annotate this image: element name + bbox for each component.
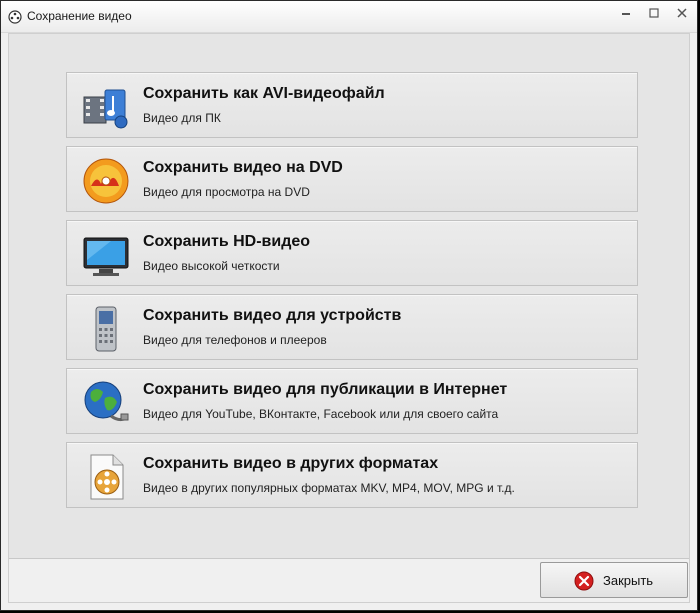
option-save-devices[interactable]: Сохранить видео для устройств Видео для … <box>66 294 638 360</box>
video-file-icon <box>90 454 124 500</box>
close-button[interactable]: Закрыть <box>540 562 688 598</box>
options-panel: Сохранить как AVI-видеофайл Видео для ПК… <box>9 34 689 559</box>
film-reel-icon <box>8 10 22 24</box>
option-title: Сохранить видео в других форматах <box>143 455 439 472</box>
option-subtitle: Видео для просмотра на DVD <box>143 185 310 199</box>
option-title: Сохранить видео для публикации в Интерне… <box>143 381 508 398</box>
close-circle-icon <box>574 571 594 591</box>
option-subtitle: Видео высокой четкости <box>143 259 280 273</box>
option-title: Сохранить видео на DVD <box>143 159 343 176</box>
dvd-disc-icon <box>83 158 129 204</box>
option-subtitle: Видео для YouTube, ВКонтакте, Facebook и… <box>143 407 499 421</box>
close-button-label: Закрыть <box>603 573 654 588</box>
window-title: Сохранение видео <box>27 9 132 23</box>
option-save-internet[interactable]: Сохранить видео для публикации в Интерне… <box>66 368 638 434</box>
minimize-button[interactable] <box>619 6 633 20</box>
maximize-icon <box>649 8 659 18</box>
close-window-button[interactable] <box>675 6 689 20</box>
close-icon <box>677 8 687 18</box>
tv-monitor-icon <box>83 237 129 276</box>
option-title: Сохранить как AVI-видеофайл <box>143 85 385 102</box>
option-save-hd[interactable]: Сохранить HD-видео Видео высокой четкост… <box>66 220 638 286</box>
option-subtitle: Видео в других популярных форматах MKV, … <box>143 481 515 495</box>
option-save-avi[interactable]: Сохранить как AVI-видеофайл Видео для ПК <box>66 72 638 138</box>
maximize-button[interactable] <box>647 6 661 20</box>
option-save-dvd[interactable]: Сохранить видео на DVD Видео для просмот… <box>66 146 638 212</box>
film-music-icon <box>83 89 128 129</box>
option-title: Сохранить HD-видео <box>143 233 311 250</box>
title-bar: Сохранение видео <box>1 1 697 33</box>
option-subtitle: Видео для телефонов и плееров <box>143 333 327 347</box>
save-video-window: Сохранение видео Сохранить как AVI-видео… <box>0 0 698 611</box>
option-title: Сохранить видео для устройств <box>143 307 402 324</box>
option-subtitle: Видео для ПК <box>143 111 221 125</box>
option-save-other-formats[interactable]: Сохранить видео в других форматах Видео … <box>66 442 638 508</box>
mobile-phone-icon <box>95 306 117 352</box>
minimize-icon <box>622 13 630 15</box>
globe-cable-icon <box>84 381 129 422</box>
dialog-body: Сохранить как AVI-видеофайл Видео для ПК… <box>8 33 690 603</box>
